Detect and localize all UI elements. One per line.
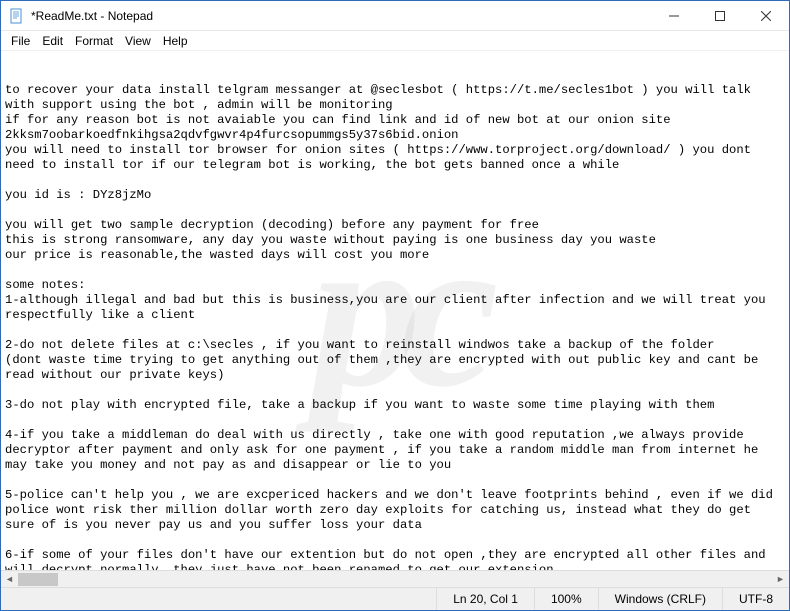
maximize-button[interactable] <box>697 1 743 30</box>
menu-format[interactable]: Format <box>69 32 119 50</box>
menubar: File Edit Format View Help <box>1 31 789 51</box>
window-title: *ReadMe.txt - Notepad <box>31 9 651 23</box>
scroll-left-arrow[interactable]: ◄ <box>1 571 18 588</box>
status-zoom: 100% <box>534 588 598 610</box>
menu-help[interactable]: Help <box>157 32 194 50</box>
horizontal-scrollbar[interactable]: ◄ ► <box>1 570 789 587</box>
minimize-button[interactable] <box>651 1 697 30</box>
window-controls <box>651 1 789 30</box>
document-text[interactable]: to recover your data install telgram mes… <box>1 51 789 570</box>
notepad-window: *ReadMe.txt - Notepad File Edit Format V… <box>0 0 790 611</box>
scroll-thumb[interactable] <box>18 573 58 586</box>
document-text-content: to recover your data install telgram mes… <box>5 83 785 570</box>
scroll-track[interactable] <box>18 571 772 587</box>
status-line-ending: Windows (CRLF) <box>598 588 722 610</box>
scroll-right-arrow[interactable]: ► <box>772 571 789 588</box>
status-encoding: UTF-8 <box>722 588 789 610</box>
text-editor-area[interactable]: pc to recover your data install telgram … <box>1 51 789 570</box>
menu-edit[interactable]: Edit <box>36 32 69 50</box>
status-position: Ln 20, Col 1 <box>436 588 534 610</box>
menu-view[interactable]: View <box>119 32 157 50</box>
menu-file[interactable]: File <box>5 32 36 50</box>
titlebar[interactable]: *ReadMe.txt - Notepad <box>1 1 789 31</box>
statusbar: Ln 20, Col 1 100% Windows (CRLF) UTF-8 <box>1 587 789 610</box>
close-button[interactable] <box>743 1 789 30</box>
notepad-icon <box>9 8 25 24</box>
